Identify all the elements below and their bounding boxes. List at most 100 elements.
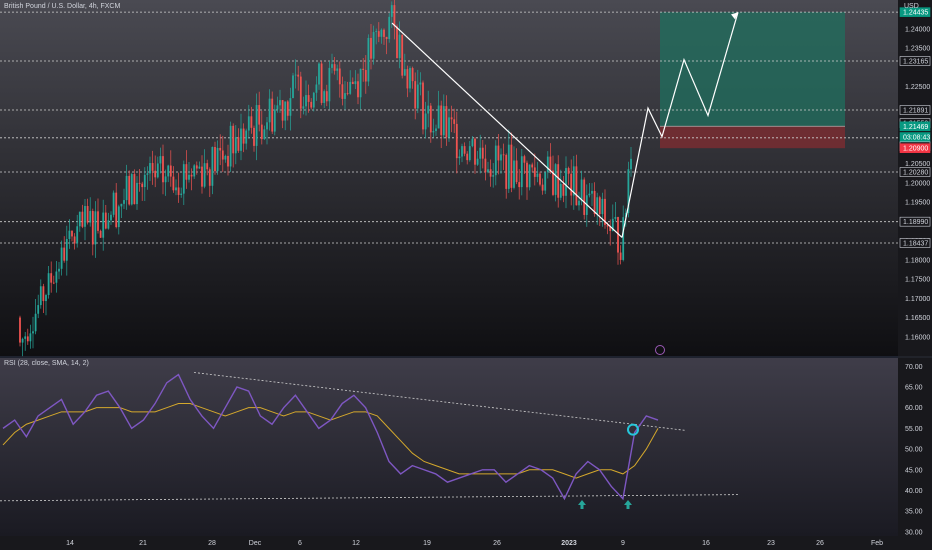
candle-body (130, 174, 133, 205)
candle-body (276, 105, 279, 110)
chart-title: British Pound / U.S. Dollar, 4h, FXCM (4, 3, 121, 10)
candle-body (510, 144, 513, 188)
candle-body (182, 164, 185, 194)
candle-body (414, 81, 417, 109)
candle-body (50, 273, 53, 283)
currency-label: USD (904, 3, 919, 10)
candle-body (216, 147, 219, 172)
candle-body (562, 183, 565, 196)
candle-body (453, 119, 456, 124)
price-tick-label: 1.19500 (905, 200, 930, 207)
candle-body (489, 169, 492, 177)
candle-body (195, 165, 198, 169)
candle-body (338, 68, 341, 85)
candle-body (497, 145, 500, 161)
x-tick-label: 26 (493, 540, 501, 547)
x-tick-label: 26 (816, 540, 824, 547)
candle-body (63, 247, 66, 261)
candle-body (580, 179, 583, 201)
x-tick-label: Dec (249, 540, 262, 547)
candle-body (463, 146, 466, 154)
candle-body (437, 105, 440, 129)
price-label: 1.21469 (903, 124, 928, 131)
chart-canvas[interactable]: 14 21 28 Dec 6 12 19 26 2023 9 16 23 26 Feb 1.24000 1.2… (0, 0, 932, 550)
candle-body (518, 182, 521, 188)
candle-body (211, 147, 214, 186)
rsi-tick-label: 65.00 (905, 384, 923, 391)
candle-body (419, 82, 422, 85)
candle-body (102, 212, 105, 238)
candle-body (546, 156, 549, 173)
candle-body (45, 295, 47, 302)
candle-body (333, 64, 336, 71)
candle-body (180, 193, 183, 195)
price-label: 1.20280 (903, 170, 928, 177)
candle-body (221, 150, 224, 160)
candle-body (123, 200, 125, 204)
candle-body (253, 127, 255, 146)
candle-body (341, 84, 344, 99)
candle-body (24, 336, 27, 339)
candle-body (429, 105, 432, 133)
candle-body (39, 286, 42, 306)
candle-body (346, 93, 349, 94)
candle-body (388, 16, 391, 40)
candle-body (445, 106, 448, 138)
candle-body (203, 163, 206, 187)
candle-body (151, 163, 154, 171)
candle-body (307, 95, 310, 102)
candle-body (271, 98, 274, 132)
rsi-tick-label: 60.00 (905, 405, 923, 412)
candle-body (89, 211, 92, 223)
candle-body (364, 69, 367, 82)
candle-body (559, 183, 562, 198)
candle-body (531, 164, 534, 168)
candle-body (619, 252, 622, 260)
x-tick-label: 21 (139, 540, 147, 547)
candle-body (401, 34, 404, 76)
price-label: 1.18437 (903, 240, 928, 247)
candle-body (315, 84, 318, 93)
candle-body (310, 101, 313, 108)
price-tick-label: 1.24000 (905, 26, 930, 33)
candle-body (250, 116, 253, 128)
rsi-title: RSI (28, close, SMA, 14, 2) (4, 360, 89, 367)
candle-body (331, 64, 333, 68)
candle-body (97, 211, 99, 231)
candle-body (172, 176, 175, 191)
candle-body (78, 211, 81, 227)
candle-body (273, 109, 276, 132)
candle-body (198, 166, 201, 169)
candle-body (52, 282, 55, 284)
candle-body (162, 156, 164, 183)
x-tick-label: 23 (767, 540, 775, 547)
candle-body (175, 187, 177, 191)
candle-body (149, 163, 151, 174)
candle-body (481, 147, 484, 159)
candle-body (354, 81, 357, 85)
candle-body (351, 81, 354, 85)
candle-body (578, 200, 580, 206)
candle-body (21, 338, 24, 343)
candle-body (110, 214, 112, 221)
candle-body (58, 268, 60, 272)
rsi-pane (0, 358, 898, 536)
rsi-tick-label: 30.00 (905, 529, 923, 536)
candle-body (26, 336, 29, 342)
candle-body (167, 165, 170, 177)
candle-body (208, 169, 211, 186)
candle-body (494, 145, 497, 176)
candle-body (19, 317, 21, 343)
candle-body (596, 197, 599, 214)
candle-body (601, 198, 604, 215)
stop-loss-zone[interactable] (660, 126, 845, 149)
candle-body (557, 164, 560, 198)
candle-body (55, 271, 58, 283)
candle-body (193, 165, 196, 177)
candle-body (377, 31, 380, 37)
candle-body (549, 156, 552, 171)
candle-body (32, 331, 34, 334)
candle-body (448, 117, 450, 138)
candle-body (242, 128, 245, 144)
candle-body (380, 29, 383, 37)
